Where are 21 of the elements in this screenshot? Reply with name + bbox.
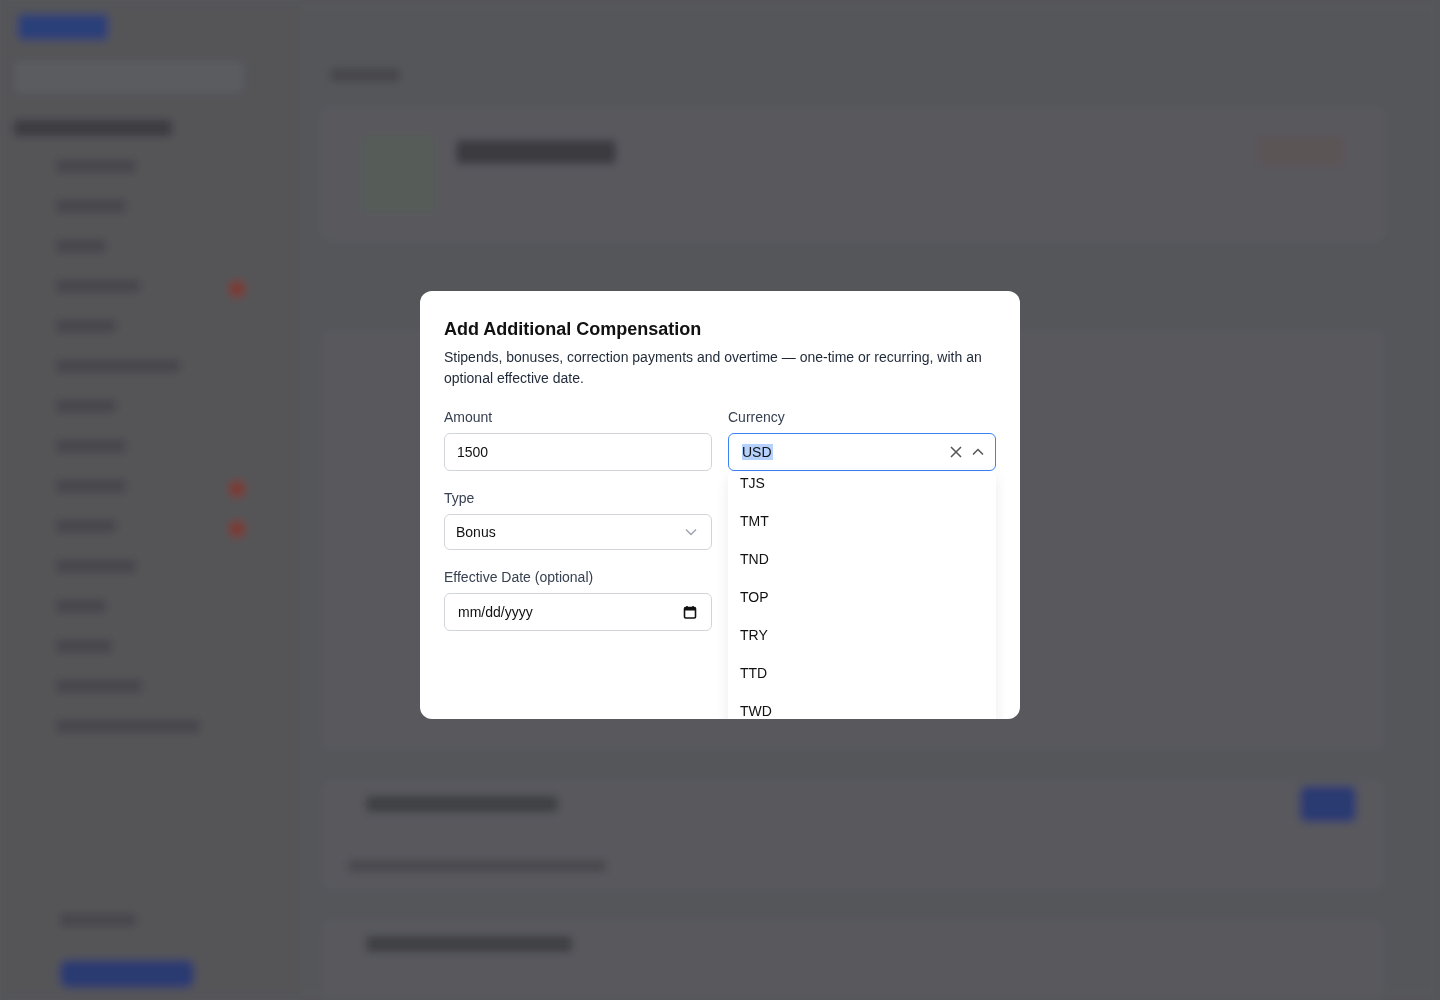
field-label: Type: [444, 489, 475, 507]
chevron-down-icon: [685, 528, 697, 536]
clear-icon[interactable]: [950, 446, 962, 458]
date-field[interactable]: mm/dd/yyyy: [444, 593, 712, 631]
dialog-title: Add Additional Compensation: [444, 318, 703, 341]
currency-option[interactable]: TMT: [728, 502, 996, 540]
type-dropdown[interactable]: Bonus: [444, 514, 712, 550]
amount-field[interactable]: 1500: [444, 433, 712, 471]
field-label: Effective Date (optional): [444, 568, 594, 586]
field-label: Currency: [728, 408, 785, 426]
currency-combobox[interactable]: USD: [728, 433, 996, 471]
currency-option[interactable]: TTD: [728, 654, 996, 692]
currency-option[interactable]: TRY: [728, 616, 996, 654]
field-label: Amount: [444, 408, 493, 426]
currency-option[interactable]: TJS: [728, 472, 996, 502]
chevron-up-icon[interactable]: [972, 448, 984, 456]
currency-option[interactable]: TOP: [728, 578, 996, 616]
currency-option[interactable]: TND: [728, 540, 996, 578]
dialog-description: Stipends, bonuses, correction payments and overtime — one-time or recurring, with an optional effective date.: [444, 348, 983, 388]
calendar-icon: [683, 605, 697, 619]
currency-option[interactable]: TWD: [728, 692, 996, 719]
